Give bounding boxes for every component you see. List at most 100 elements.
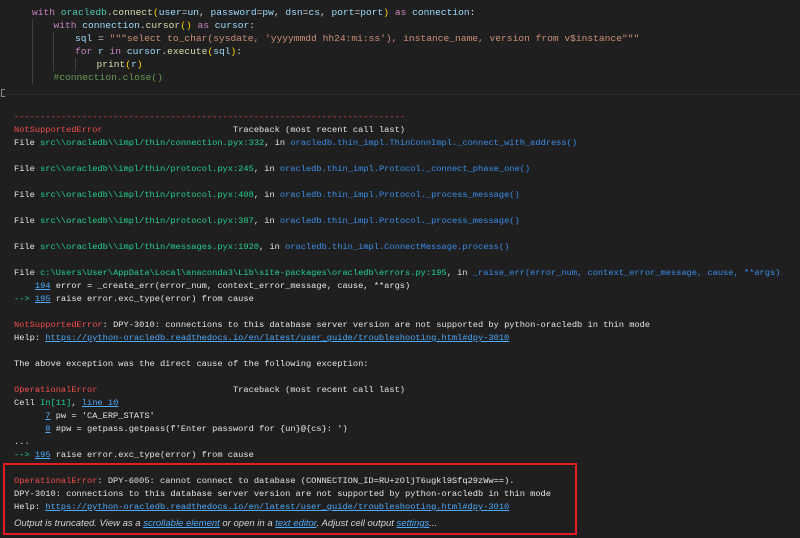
highlight-box bbox=[3, 463, 577, 535]
code-token: pw bbox=[262, 7, 274, 18]
output-line: NotSupportedError: DPY-3010: connections… bbox=[14, 319, 794, 332]
code-token: Traceback (most recent call last) bbox=[97, 385, 406, 395]
output-line: 8 #pw = getpass.getpass(f'Enter password… bbox=[14, 423, 794, 436]
code-token: , in bbox=[264, 138, 291, 148]
code-line: print(r) bbox=[32, 58, 792, 71]
code-token: Help: bbox=[14, 333, 46, 343]
code-token: oracledb.thin_impl.Protocol._process_mes… bbox=[279, 216, 520, 226]
code-token: error = _create_err(error_num, context_e… bbox=[50, 281, 411, 291]
output-link[interactable]: 195 bbox=[35, 450, 51, 460]
code-token: --> bbox=[14, 450, 35, 460]
code-token: cursor bbox=[145, 20, 181, 31]
code-token: oracledb.thin_impl.ConnectMessage.proces… bbox=[285, 242, 510, 252]
code-token: File bbox=[14, 190, 41, 200]
code-token: : bbox=[236, 46, 243, 57]
output-line: File c:\Users\User\AppData\Local\anacond… bbox=[14, 267, 794, 280]
code-token: oracledb.thin_impl.ThinConnImpl._connect… bbox=[290, 138, 578, 148]
code-line: #connection.close() bbox=[32, 71, 792, 84]
code-token: c:\Users\User\AppData\Local\anaconda3\Li… bbox=[40, 268, 447, 278]
code-token: : bbox=[249, 20, 256, 31]
output-line: Cell In[11], line 10 bbox=[14, 397, 794, 410]
code-token: Traceback (most recent call last) bbox=[102, 125, 406, 135]
code-line: with oracledb.connect(user=un, password=… bbox=[32, 6, 792, 19]
output-line: OperationalError Traceback (most recent … bbox=[14, 384, 794, 397]
code-token: as bbox=[389, 7, 413, 18]
code-token: ----------------------------------------… bbox=[14, 112, 406, 122]
code-cell[interactable]: with oracledb.connect(user=un, password=… bbox=[0, 0, 800, 97]
code-token: oracledb bbox=[60, 7, 107, 18]
output-line: File src\\oracledb\\impl/thin/protocol.p… bbox=[14, 215, 794, 228]
output-line: NotSupportedError Traceback (most recent… bbox=[14, 124, 794, 137]
output-line: File src\\oracledb\\impl/thin/protocol.p… bbox=[14, 163, 794, 176]
code-token: src\\oracledb\\impl/thin/messages.pyx:19… bbox=[40, 242, 260, 252]
code-token: = bbox=[92, 33, 110, 44]
code-token: as bbox=[191, 20, 215, 31]
code-token: cursor bbox=[126, 46, 162, 57]
code-token: with bbox=[32, 7, 61, 18]
code-token: , in bbox=[446, 268, 473, 278]
output-line: --> 195 raise error.exc_type(error) from… bbox=[14, 293, 794, 306]
code-token: _raise_err(error_num, context_error_mess… bbox=[472, 268, 781, 278]
code-token: : DPY-3010: connections to this database… bbox=[102, 320, 651, 330]
output-line: Help: https://python-oracledb.readthedoc… bbox=[14, 332, 794, 345]
code-token: sql bbox=[75, 33, 93, 44]
code-token: #pw = getpass.getpass(f'Enter password f… bbox=[50, 424, 348, 434]
code-token: () bbox=[180, 20, 192, 31]
code-token: un bbox=[187, 7, 200, 18]
output-line: --> 195 raise error.exc_type(error) from… bbox=[14, 449, 794, 462]
code-token: , bbox=[273, 7, 286, 18]
cell-collapse-bracket[interactable] bbox=[1, 89, 5, 97]
code-token: user bbox=[158, 7, 182, 18]
code-token: src\\oracledb\\impl/thin/protocol.pyx:40… bbox=[40, 190, 254, 200]
code-token: dsn bbox=[285, 7, 303, 18]
code-token: File bbox=[14, 138, 41, 148]
output-link[interactable]: https://python-oracledb.readthedocs.io/e… bbox=[45, 333, 509, 343]
code-token: File bbox=[14, 164, 41, 174]
code-token: , in bbox=[259, 242, 286, 252]
code-token: connection bbox=[82, 20, 140, 31]
output-line: 194 error = _create_err(error_num, conte… bbox=[14, 280, 794, 293]
error-name: NotSupportedError bbox=[14, 320, 103, 330]
code-token: , in bbox=[253, 164, 280, 174]
code-line: sql = """select to_char(sysdate, 'yyyymm… bbox=[32, 32, 792, 45]
code-token: File bbox=[14, 268, 41, 278]
code-token: oracledb.thin_impl.Protocol._process_mes… bbox=[279, 190, 520, 200]
error-name: OperationalError bbox=[14, 385, 98, 395]
code-token: raise error.exc_type(error) from cause bbox=[50, 450, 254, 460]
output-link[interactable]: 195 bbox=[35, 294, 51, 304]
code-token: The above exception was the direct cause… bbox=[14, 359, 369, 369]
code-editor[interactable]: with oracledb.connect(user=un, password=… bbox=[32, 6, 792, 84]
output-link[interactable]: 194 bbox=[35, 281, 51, 291]
output-line: ... bbox=[14, 436, 794, 449]
output-line: File src\\oracledb\\impl/thin/messages.p… bbox=[14, 241, 794, 254]
code-token: src\\oracledb\\impl/thin/protocol.pyx:38… bbox=[40, 216, 254, 226]
code-token: with bbox=[53, 20, 83, 31]
code-token: cursor bbox=[214, 20, 250, 31]
code-token: Cell bbox=[14, 398, 41, 408]
code-token: execute bbox=[167, 46, 208, 57]
code-token: connection bbox=[412, 7, 470, 18]
code-token: connect bbox=[112, 7, 153, 18]
code-token: """select to_char(sysdate, 'yyyymmdd hh2… bbox=[109, 33, 640, 44]
code-token: ... bbox=[14, 437, 30, 447]
code-token: cs bbox=[308, 7, 320, 18]
code-token: port bbox=[331, 7, 355, 18]
code-token: , in bbox=[253, 216, 280, 226]
code-token: in bbox=[103, 46, 127, 57]
code-token: --> bbox=[14, 294, 35, 304]
code-token: raise error.exc_type(error) from cause bbox=[50, 294, 254, 304]
output-line: File src\\oracledb\\impl/thin/connection… bbox=[14, 137, 794, 150]
output-link[interactable]: line 10 bbox=[82, 398, 119, 408]
code-line: for r in cursor.execute(sql): bbox=[32, 45, 792, 58]
code-token: print bbox=[96, 59, 126, 70]
